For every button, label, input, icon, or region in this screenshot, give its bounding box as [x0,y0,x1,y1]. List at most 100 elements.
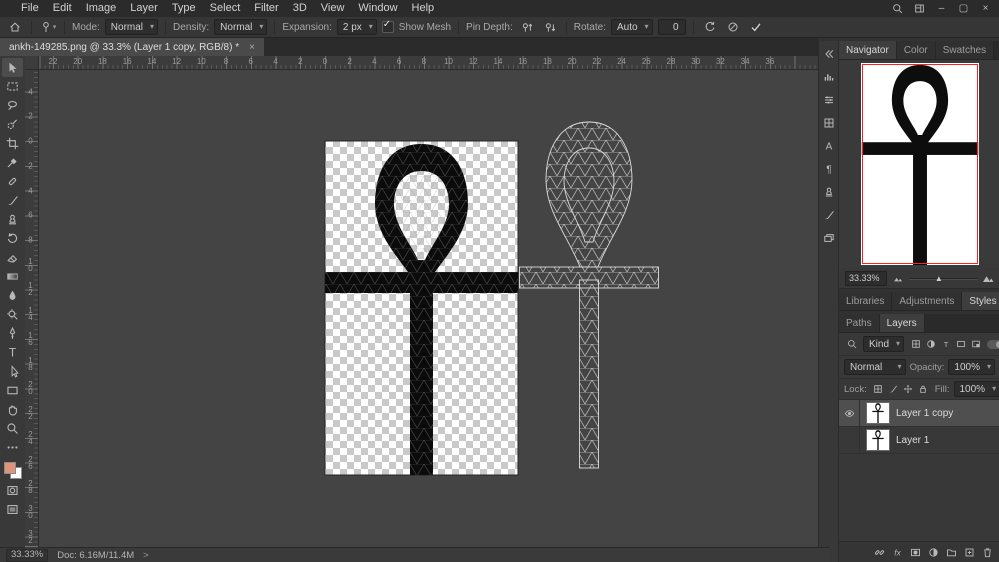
fill-select[interactable]: 100% [953,381,999,397]
layer-visibility-toggle[interactable] [839,400,860,426]
tab-paths[interactable]: Paths [839,314,880,332]
panel-icon-layer-comps[interactable] [821,230,837,245]
document-tab[interactable]: ankh-149285.png @ 33.3% (Layer 1 copy, R… [0,38,264,56]
maximize-button[interactable]: ▢ [953,1,974,16]
screen-mode-button[interactable] [2,500,23,519]
kind-select[interactable]: Kind [863,336,905,352]
expansion-select[interactable]: 2 px [336,19,377,35]
status-zoom-input[interactable]: 33.33% [6,548,49,562]
tool-horizontal-type[interactable] [2,343,23,362]
tab-layers[interactable]: Layers [879,314,925,332]
icon-btn-lock-transparent-pixels[interactable] [871,382,886,396]
pin-depth-down-button[interactable] [541,19,559,35]
icon-btn-shape-layers[interactable] [953,337,968,351]
panel-icon-paragraph[interactable] [821,161,837,176]
puppet-warp-pin-icon[interactable]: ▾ [39,19,57,35]
tool-move[interactable] [2,58,23,77]
tool-clone-stamp[interactable] [2,210,23,229]
panel-icon-histogram[interactable] [821,69,837,84]
layer-name[interactable]: Layer 1 [896,435,929,446]
cancel-warp-button[interactable] [724,19,742,35]
mode-select[interactable]: Normal [104,19,159,35]
tab-adjustments[interactable]: Adjustments [892,292,963,310]
canvas-area[interactable]: 22 20 18 16 14 12 10 8 6 4 2 0 2 4 6 8 10 12 14 16 18 20 22 24 2… [25,56,818,548]
icon-btn-link-layers[interactable] [872,545,887,559]
home-button[interactable] [6,19,24,35]
icon-btn-lock-all[interactable] [916,382,931,396]
navigator-preview[interactable] [839,60,999,268]
remove-all-pins-button[interactable] [701,19,719,35]
tool-history-brush[interactable] [2,229,23,248]
menu-item-select[interactable]: Select [203,0,248,17]
icon-btn-type-layers[interactable] [938,337,953,351]
menu-item-help[interactable]: Help [405,0,442,17]
layer-thumbnail[interactable] [866,429,890,451]
menu-item-3d[interactable]: 3D [286,0,314,17]
tab-navigator[interactable]: Navigator [839,41,897,59]
layer-name[interactable]: Layer 1 copy [896,408,953,419]
tool-spot-healing-brush[interactable] [2,172,23,191]
search-icon[interactable] [887,1,908,16]
quick-mask-button[interactable] [2,481,23,500]
tab-swatches[interactable]: Swatches [935,41,995,59]
layer-visibility-toggle[interactable] [839,427,860,453]
minimize-button[interactable]: – [931,1,952,16]
tool-gradient[interactable] [2,267,23,286]
panel-icon-brush-settings[interactable] [821,207,837,222]
tool-eraser[interactable] [2,248,23,267]
rotate-value-input[interactable]: 0 [657,19,686,35]
tool-path-selection[interactable] [2,362,23,381]
tab-color[interactable]: Color [896,41,936,59]
panel-menu-icon[interactable] [994,41,999,59]
opacity-select[interactable]: 100% [948,359,995,375]
layer-row-layer-1[interactable]: Layer 1 [839,427,999,454]
pin-depth-up-button[interactable] [518,19,536,35]
zoom-out-icon[interactable] [892,272,904,284]
tool-rectangle[interactable] [2,381,23,400]
ruler-vertical[interactable]: 642024681 01 21 41 61 82 02 22 42 62 83 … [25,63,39,548]
filter-search-icon[interactable] [844,337,859,351]
panel-icon-collapse-panels[interactable] [821,46,837,61]
document-canvas[interactable] [25,56,818,548]
puppet-warp-mesh-offset[interactable] [519,120,660,469]
navigator-thumbnail[interactable] [860,63,979,265]
menu-item-window[interactable]: Window [351,0,404,17]
navigator-zoom-slider[interactable]: ▲ [909,272,977,285]
tab-close-icon[interactable]: × [249,42,255,53]
tool-crop[interactable] [2,134,23,153]
tool-brush[interactable] [2,191,23,210]
icon-btn-lock-image-pixels[interactable] [886,382,901,396]
slider-thumb[interactable]: ▲ [935,274,943,283]
tool-hand[interactable] [2,400,23,419]
rotate-mode-select[interactable]: Auto [610,19,653,35]
layer-row-layer-1-copy[interactable]: Layer 1 copy [839,400,999,427]
tool-dodge[interactable] [2,305,23,324]
density-select[interactable]: Normal [214,19,268,35]
show-mesh-checkbox[interactable] [381,19,394,33]
icon-btn-adjustment-layers[interactable] [923,337,938,351]
close-button[interactable]: × [975,1,996,16]
icon-btn-lock-position[interactable] [901,382,916,396]
panel-icon-character[interactable] [821,138,837,153]
menu-item-filter[interactable]: Filter [247,0,285,17]
panel-icon-clone-source[interactable] [821,184,837,199]
icon-btn-new-adjustment-layer[interactable] [926,545,941,559]
panel-icon-swatches[interactable] [821,115,837,130]
panel-icon-color[interactable] [821,92,837,107]
layer-thumbnail[interactable] [866,402,890,424]
icon-btn-add-layer-mask[interactable] [908,545,923,559]
menu-item-view[interactable]: View [314,0,352,17]
blend-mode-select[interactable]: Normal [844,359,906,375]
status-expand-icon[interactable]: > [143,550,149,561]
tool-rectangular-marquee[interactable] [2,77,23,96]
menu-item-file[interactable]: File [14,0,46,17]
icon-btn-new-group[interactable] [944,545,959,559]
commit-warp-button[interactable] [747,19,765,35]
menu-item-image[interactable]: Image [79,0,124,17]
tab-styles[interactable]: Styles [962,292,999,310]
menu-item-edit[interactable]: Edit [46,0,79,17]
navigator-zoom-input[interactable]: 33.33% [845,270,887,286]
icon-btn-layer-style[interactable] [890,545,905,559]
color-swatches[interactable] [3,462,22,479]
menu-item-type[interactable]: Type [165,0,203,17]
